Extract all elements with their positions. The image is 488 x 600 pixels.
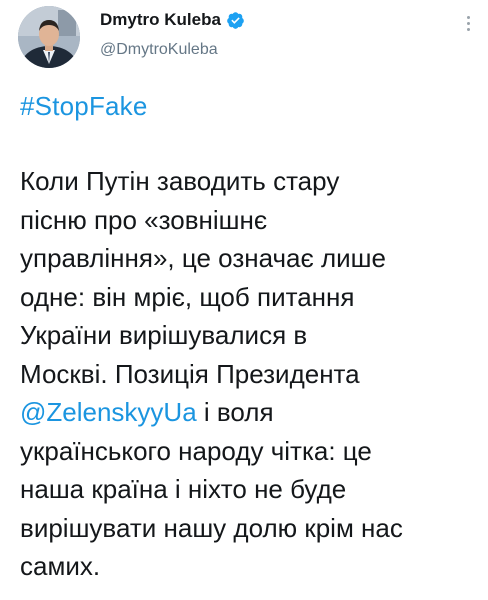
mention-link[interactable]: @ZelenskyyUa: [20, 397, 197, 427]
tweet-text-line: самих.: [20, 551, 101, 581]
avatar[interactable]: [18, 6, 80, 68]
handle[interactable]: @DmytroKuleba: [100, 41, 218, 59]
tweet-text-line: вирішувати нашу долю крім нас: [20, 512, 403, 543]
tweet-text-line: пісню про «зовнішнє: [20, 204, 268, 235]
tweet-text-line: Коли Путін заводить стару: [20, 166, 340, 196]
tweet-text-line: українського народу чітка: це: [20, 435, 372, 466]
tweet-text-line: України вирішувалися в: [20, 320, 308, 350]
hashtag-link[interactable]: #StopFake: [20, 91, 148, 122]
tweet-text-fragment: і воля: [196, 397, 274, 427]
tweet: Dmytro Kuleba @DmytroKuleba #StopFake Ко…: [0, 0, 488, 600]
profile-photo: [18, 6, 80, 68]
tweet-text-line: Москві. Позиція Президента: [20, 358, 360, 389]
tweet-text-line: управління», це означає лише: [20, 243, 386, 273]
tweet-text-line: наша країна і ніхто не буде: [20, 474, 347, 504]
display-name-row: Dmytro Kuleba: [100, 9, 245, 31]
display-name[interactable]: Dmytro Kuleba: [100, 10, 221, 30]
tweet-text-line: одне: він мріє, щоб питання: [20, 281, 355, 312]
more-options-icon[interactable]: [460, 10, 476, 36]
tweet-text-line-mention: @ZelenskyyUa і воля: [20, 393, 480, 432]
verified-badge-icon: [226, 11, 245, 30]
tweet-text: Коли Путін заводить стару пісню про «зов…: [20, 162, 480, 586]
